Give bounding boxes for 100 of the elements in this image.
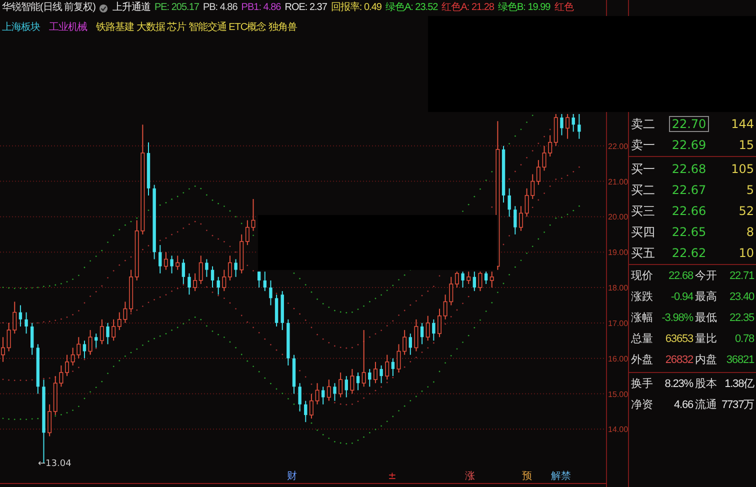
indicator-name: 上升通道 (112, 1, 150, 15)
axis-label: 21.00 (608, 177, 628, 186)
indicator-value: 回报率: 0.49 (330, 1, 382, 15)
order-label: 买五 (631, 244, 656, 262)
order-price: 22.69 (670, 136, 708, 152)
quote-value: 1.38亿 (724, 377, 754, 392)
indicator-value: 红色 (554, 1, 574, 15)
candlestick (578, 114, 581, 140)
axis-label: 14.00 (608, 425, 628, 434)
candlestick (228, 255, 232, 281)
candlestick (368, 368, 372, 388)
candlestick (373, 361, 378, 384)
circle-icon[interactable] (99, 4, 108, 12)
quote-label: 换手 (631, 376, 654, 392)
order-price: 22.66 (670, 202, 708, 218)
quote-label: 现价 (631, 268, 654, 284)
sector-tag: 铁路基建 大数据 芯片 智能交通 ETC概念 独角兽 (96, 21, 297, 35)
candlestick (170, 255, 174, 274)
candlestick (216, 276, 220, 296)
event-marker[interactable]: 涨 (465, 471, 475, 482)
quote-label: 流通 (695, 397, 718, 414)
order-label: 卖一 (631, 136, 656, 154)
quote-label: 外盘 (631, 352, 654, 368)
candlestick (210, 266, 214, 288)
indicator-value: 绿色A: 23.52 (385, 1, 438, 15)
quote-value: 63653 (664, 332, 693, 348)
quote-value: 0.78 (734, 332, 754, 348)
quote-label: 内盘 (695, 352, 718, 368)
candlestick (420, 322, 424, 345)
candlestick (82, 340, 86, 359)
candlestick (0, 336, 5, 362)
sector-tag: 上海板块 (2, 21, 40, 35)
order-price: 22.70 (668, 116, 710, 132)
quote-label: 最低 (695, 310, 718, 326)
candlestick (176, 255, 180, 270)
candlestick (338, 372, 343, 398)
event-marker[interactable]: 解禁 (551, 471, 571, 482)
low-price-marker: ←13.04 (38, 459, 72, 469)
axis-label: 20.00 (608, 212, 628, 222)
candlestick (461, 271, 464, 288)
quote-value: 4.66 (672, 398, 693, 414)
event-marker[interactable]: 财 (287, 471, 297, 482)
order-volume: 144 (730, 116, 754, 132)
axis-label: 17.00 (608, 318, 628, 328)
quote-label: 量比 (695, 331, 718, 348)
quote-value: 22.35 (728, 311, 754, 326)
indicator-value: 红色A: 21.28 (442, 1, 494, 15)
quote-value: 26832 (664, 353, 693, 368)
indicator-value: PE: 205.17 (154, 1, 199, 15)
candlestick (454, 271, 459, 288)
candlestick (350, 368, 354, 394)
candlestick (251, 198, 256, 232)
quote-value: 36821 (725, 353, 754, 368)
event-marker[interactable]: 预 (522, 471, 532, 482)
candlestick (466, 271, 471, 284)
order-volume: 5 (745, 182, 754, 198)
order-volume: 8 (745, 224, 754, 240)
candlestick (414, 318, 418, 352)
candlestick (408, 333, 412, 356)
indicator-value: ROE: 2.37 (284, 1, 327, 15)
indicator-value: PB1: 4.86 (241, 1, 281, 15)
quote-value: 8.23% (664, 377, 693, 392)
candlestick (164, 252, 168, 270)
quote-label: 总量 (631, 331, 654, 348)
order-price: 22.62 (670, 244, 708, 260)
sector-tag: 工业机械 (49, 21, 87, 35)
candlestick (158, 244, 162, 274)
candlestick (391, 358, 395, 377)
order-label: 买二 (631, 182, 656, 198)
candlestick (508, 188, 511, 218)
axis-label: 22.00 (608, 142, 628, 151)
indicator-value: PB: 4.86 (202, 1, 238, 15)
quote-label: 涨幅 (631, 310, 654, 326)
quote-label: 股本 (695, 376, 718, 392)
quote-value: 23.40 (728, 290, 754, 306)
order-label: 买一 (631, 160, 656, 178)
event-marker[interactable]: ± (388, 471, 396, 482)
candlestick (309, 393, 314, 420)
candlestick (380, 364, 383, 384)
candlestick (490, 271, 494, 288)
quote-value: -3.98% (660, 311, 693, 326)
quote-value: 7737万 (720, 398, 754, 414)
quote-label: 净资 (631, 397, 654, 414)
indicator-value: 绿色B: 19.99 (498, 1, 550, 15)
order-volume: 105 (730, 160, 754, 178)
stock-title: 华锐智能(日线 前复权) (2, 1, 96, 15)
order-label: 买四 (631, 224, 656, 240)
order-volume: 15 (738, 136, 754, 154)
order-price: 22.65 (670, 224, 708, 240)
candlestick (536, 160, 540, 186)
order-label: 买三 (631, 202, 656, 220)
quote-value: 22.68 (667, 269, 693, 284)
order-price: 22.68 (670, 160, 708, 176)
axis-label: 18.00 (608, 284, 628, 293)
order-price: 22.67 (670, 182, 708, 198)
candlestick (426, 315, 430, 342)
order-volume: 52 (738, 202, 754, 220)
quote-value: 22.71 (728, 269, 754, 284)
order-label: 卖二 (631, 116, 656, 132)
candlestick (234, 258, 238, 278)
